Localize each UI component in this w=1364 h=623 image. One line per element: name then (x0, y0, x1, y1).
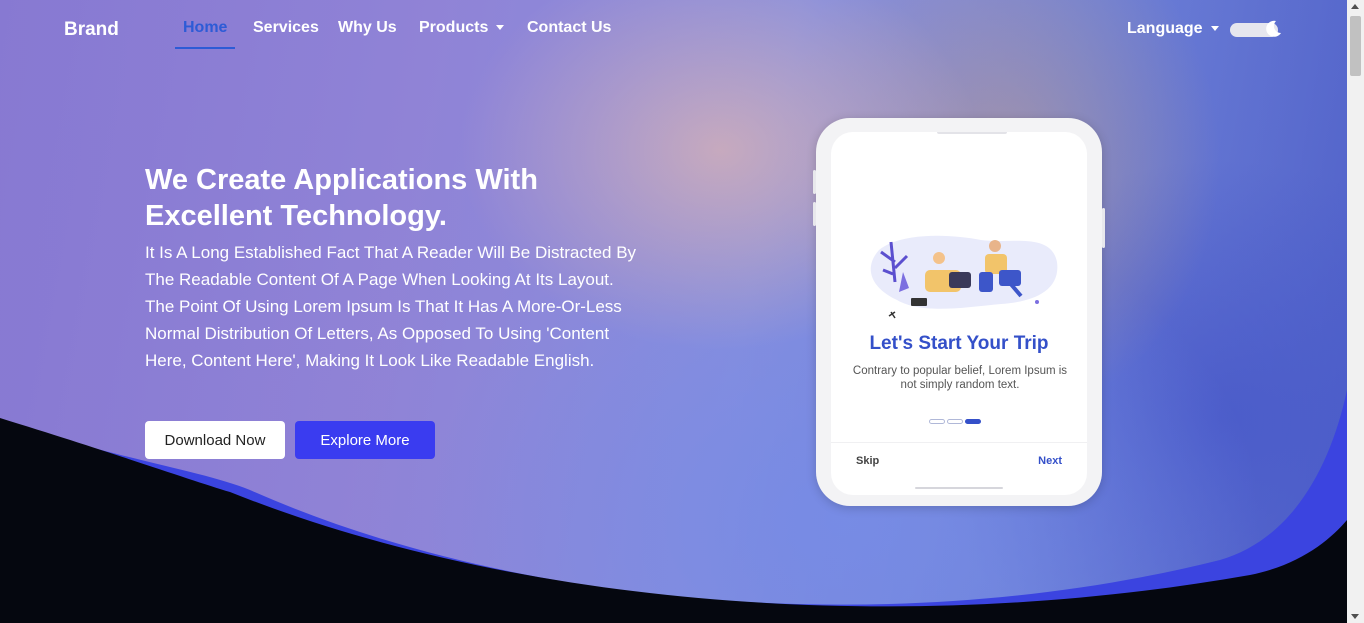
hero-content: We Create Applications With Excellent Te… (145, 162, 645, 374)
travel-illustration (870, 235, 1058, 319)
chevron-down-icon (496, 25, 505, 31)
nav-products-label: Products (419, 19, 489, 36)
phone-speaker (937, 132, 1007, 134)
pagination-dot[interactable] (929, 419, 945, 425)
onboarding-pagination (929, 413, 983, 431)
phone-power-button (1102, 208, 1105, 248)
nav-why-us[interactable]: Why Us (338, 19, 397, 37)
download-now-button[interactable]: Download Now (145, 421, 285, 459)
phone-side-button (813, 170, 816, 194)
brand-logo[interactable]: Brand (64, 19, 119, 41)
hero-title-line2: Excellent Technology. (145, 200, 447, 232)
nav-active-indicator (175, 47, 235, 49)
nav-services[interactable]: Services (253, 19, 319, 37)
pagination-dot[interactable] (947, 419, 963, 425)
phone-mockup: Let's Start Your Trip Contrary to popula… (813, 118, 1105, 506)
navbar: Brand Home Services Why Us Products Cont… (0, 0, 1347, 60)
skip-button[interactable]: Skip (856, 455, 879, 467)
phone-home-indicator (915, 487, 1003, 489)
phone-title: Let's Start Your Trip (869, 333, 1049, 354)
phone-screen: Let's Start Your Trip Contrary to popula… (831, 132, 1087, 495)
phone-footer: Skip Next (831, 442, 1087, 467)
moon-icon (1266, 20, 1281, 37)
vertical-scrollbar[interactable] (1347, 0, 1364, 623)
pagination-dot-active[interactable] (965, 419, 981, 425)
nav-products-dropdown[interactable]: Products (419, 19, 505, 37)
phone-side-button (813, 202, 816, 226)
hero-title: We Create Applications With Excellent Te… (145, 162, 645, 234)
hero-title-line1: We Create Applications With (145, 164, 538, 196)
next-button[interactable]: Next (1038, 455, 1062, 467)
explore-more-button[interactable]: Explore More (295, 421, 435, 459)
language-dropdown[interactable]: Language (1127, 20, 1219, 38)
nav-home[interactable]: Home (183, 19, 227, 37)
scroll-up-icon[interactable] (1351, 4, 1359, 9)
chevron-down-icon (1210, 26, 1219, 32)
phone-description: Contrary to popular belief, Lorem Ipsum … (852, 365, 1068, 391)
scrollbar-thumb[interactable] (1350, 16, 1361, 76)
scroll-down-icon[interactable] (1351, 614, 1359, 619)
language-label: Language (1127, 20, 1203, 37)
nav-contact-us[interactable]: Contact Us (527, 19, 611, 37)
hero-description: It Is A Long Established Fact That A Rea… (145, 243, 637, 370)
